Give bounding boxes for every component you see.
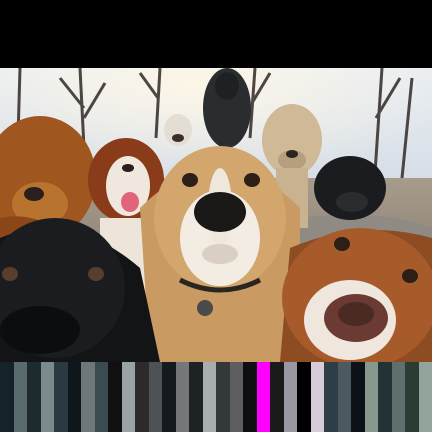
small-dog-back: [164, 114, 192, 146]
strip-column: [148, 362, 162, 432]
black-dog-back: [203, 68, 251, 148]
color-strip: [0, 362, 432, 432]
strip-column: [405, 362, 419, 432]
strip-column: [54, 362, 68, 432]
strip-column: [108, 362, 122, 432]
strip-column: [256, 362, 270, 432]
dogs-photo-drawing: [0, 68, 432, 362]
strip-column: [162, 362, 176, 432]
image-frame: [0, 0, 432, 432]
strip-column: [121, 362, 135, 432]
strip-column: [283, 362, 297, 432]
strip-column: [351, 362, 365, 432]
strip-column: [391, 362, 405, 432]
strip-column: [94, 362, 108, 432]
strip-column: [378, 362, 392, 432]
strip-column: [135, 362, 149, 432]
foxhound-dog: [280, 228, 432, 362]
strip-column: [243, 362, 257, 432]
letterbox-top: [0, 0, 432, 68]
strip-column: [0, 362, 14, 432]
strip-column: [324, 362, 338, 432]
strip-column: [67, 362, 81, 432]
strip-column: [175, 362, 189, 432]
black-dog-right: [314, 156, 386, 220]
strip-column: [297, 362, 311, 432]
strip-column: [189, 362, 203, 432]
strip-column: [337, 362, 351, 432]
strip-column: [40, 362, 54, 432]
strip-column: [13, 362, 27, 432]
strip-column: [81, 362, 95, 432]
strip-column: [202, 362, 216, 432]
strip-column: [310, 362, 324, 432]
dogs-photo: [0, 68, 432, 362]
strip-column: [229, 362, 243, 432]
strip-column: [270, 362, 284, 432]
strip-column: [418, 362, 432, 432]
strip-column: [364, 362, 378, 432]
strip-column: [216, 362, 230, 432]
strip-column: [27, 362, 41, 432]
